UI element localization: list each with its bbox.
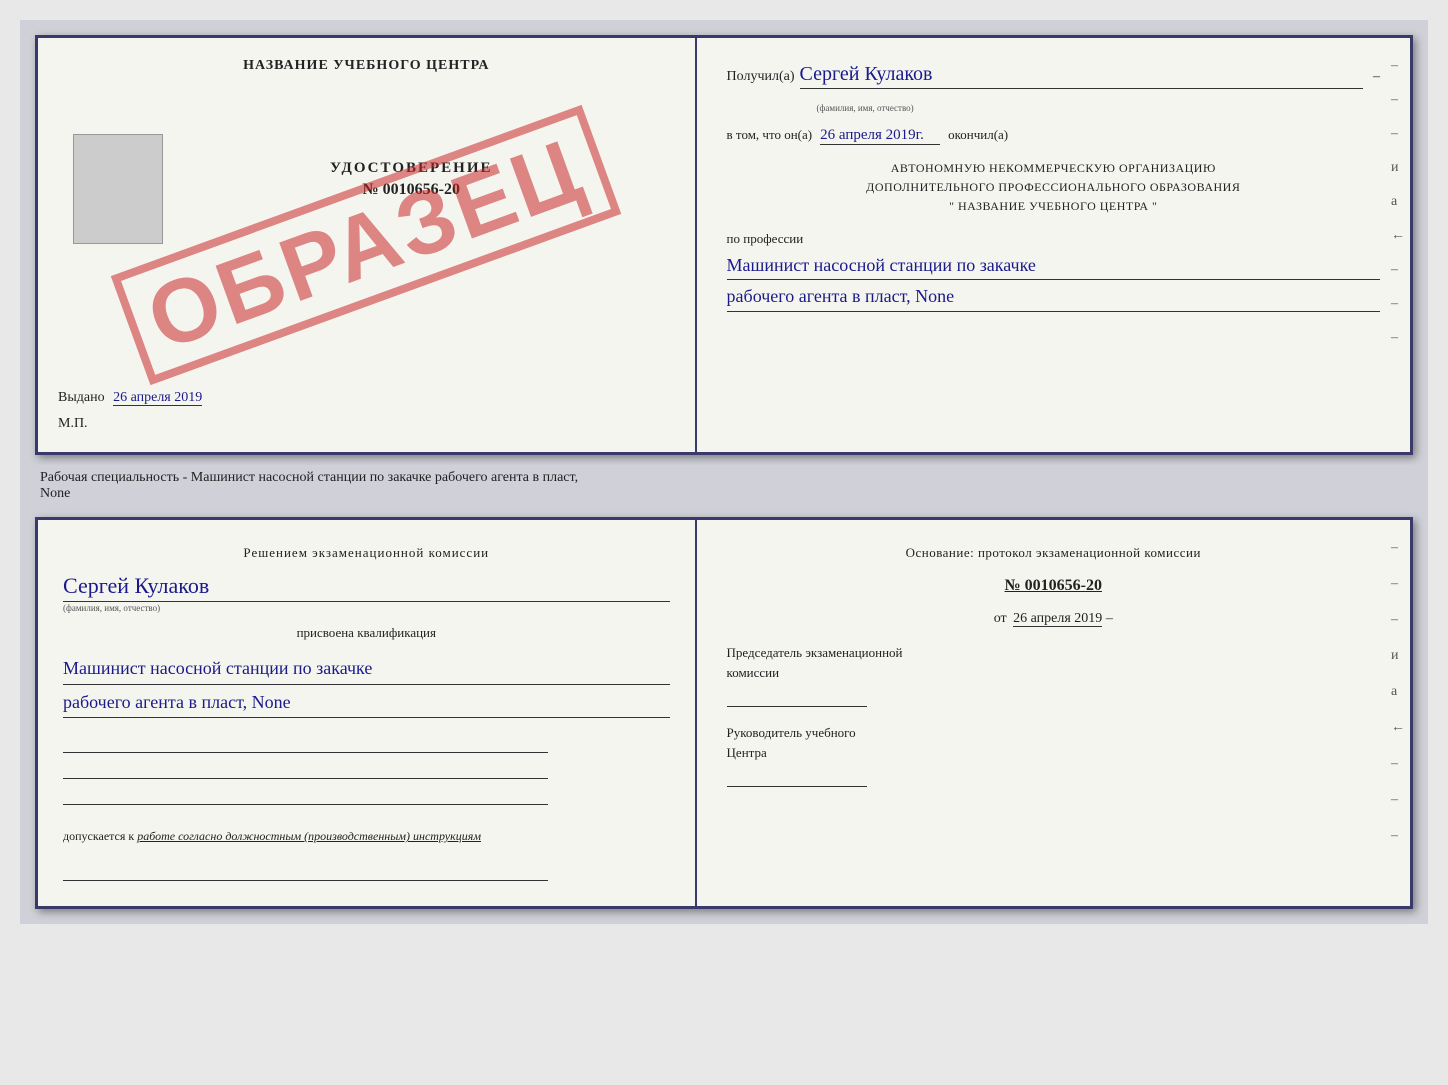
org-block: АВТОНОМНУЮ НЕКОММЕРЧЕСКУЮ ОРГАНИЗАЦИЮ ДО… xyxy=(727,159,1380,217)
dopuskaetsya-prefix: допускается к xyxy=(63,829,134,843)
mp-line: М.П. xyxy=(58,416,675,432)
predsedatel-line1: Председатель экзаменационной xyxy=(727,643,1380,663)
cert-bottom-right: Основание: протокол экзаменационной коми… xyxy=(697,520,1410,906)
photo-col xyxy=(58,84,148,244)
recipient-name: Сергей Кулаков xyxy=(800,63,1363,89)
rukovoditel-line2: Центра xyxy=(727,743,1380,763)
sig-line-3 xyxy=(63,787,548,805)
poluchil-label: Получил(а) xyxy=(727,69,795,85)
qualification-line2: рабочего агента в пласт, None xyxy=(727,282,1380,312)
fio-hint-bottom: (фамилия, имя, отчество) xyxy=(63,603,670,613)
kval-line1: Машинист насосной станции по закачке xyxy=(63,653,670,685)
description-text1: Рабочая специальность - Машинист насосно… xyxy=(40,470,1408,486)
certificate-bottom: Решением экзаменационной комиссии Сергей… xyxy=(35,517,1413,909)
predsedatel-sig xyxy=(727,687,867,707)
cert-title: НАЗВАНИЕ УЧЕБНОГО ЦЕНТРА xyxy=(243,58,489,74)
udostoverenie-number: № 0010656-20 xyxy=(363,181,460,199)
udostoverenie-label: УДОСТОВЕРЕНИЕ xyxy=(330,160,493,177)
vydano-line: Выдано 26 апреля 2019 xyxy=(58,360,675,406)
completed-date: 26 апреля 2019г. xyxy=(820,127,940,145)
poluchil-line: Получил(а) Сергей Кулаков – xyxy=(727,63,1380,89)
ot-prefix: от xyxy=(994,611,1007,626)
okochil-label: окончил(а) xyxy=(948,127,1008,143)
dopuskaetsya-italic: работе согласно должностным (производств… xyxy=(137,829,481,843)
ot-date-value: 26 апреля 2019 xyxy=(1013,611,1102,627)
name-block-bottom: Сергей Кулаков (фамилия, имя, отчество) xyxy=(63,573,670,613)
dopuskaetsya-block: допускается к работе согласно должностны… xyxy=(63,827,670,846)
sig-line-2 xyxy=(63,761,548,779)
cert-top-left: НАЗВАНИЕ УЧЕБНОГО ЦЕНТРА УДОСТОВЕРЕНИЕ №… xyxy=(38,38,697,452)
sig-line-4 xyxy=(63,863,548,881)
predsedatel-line2: комиссии xyxy=(727,663,1380,683)
osnovanie-block: Основание: протокол экзаменационной коми… xyxy=(727,545,1380,561)
sig-line-1 xyxy=(63,735,548,753)
predsedatel-block: Председатель экзаменационной комиссии xyxy=(727,643,1380,707)
rukovoditel-sig xyxy=(727,767,867,787)
ot-dash: – xyxy=(1106,611,1113,626)
vydano-prefix: Выдано xyxy=(58,390,105,405)
cert-top-right: Получил(а) Сергей Кулаков – (фамилия, им… xyxy=(697,38,1410,452)
udost-col: УДОСТОВЕРЕНИЕ № 0010656-20 xyxy=(148,84,675,244)
po-professii-label: по профессии xyxy=(727,231,1380,247)
description-text2: None xyxy=(40,486,1408,502)
qualification-line1: Машинист насосной станции по закачке xyxy=(727,251,1380,281)
protocol-number: № 0010656-20 xyxy=(727,577,1380,595)
prisvoena-text: присвоена квалификация xyxy=(63,625,670,641)
bottom-name: Сергей Кулаков xyxy=(63,573,670,602)
resheniem-text: Решением экзаменационной комиссии xyxy=(63,545,670,561)
po-professii: по профессии Машинист насосной станции п… xyxy=(727,231,1380,313)
cert-bottom-left: Решением экзаменационной комиссии Сергей… xyxy=(38,520,697,906)
vtom-line: в том, что он(а) 26 апреля 2019г. окончи… xyxy=(727,127,1380,145)
vydano-date: 26 апреля 2019 xyxy=(113,390,202,406)
ot-date: от 26 апреля 2019 – xyxy=(727,611,1380,627)
right-dashes: – – – и а ← – – – xyxy=(1391,58,1405,346)
bottom-lines-left2 xyxy=(63,863,670,881)
fio-hint-top: (фамилия, имя, отчество) xyxy=(817,103,1380,113)
kval-line2: рабочего агента в пласт, None xyxy=(63,687,670,719)
description-line: Рабочая специальность - Машинист насосно… xyxy=(35,465,1413,507)
org-line3: " НАЗВАНИЕ УЧЕБНОГО ЦЕНТРА " xyxy=(727,197,1380,216)
cert-left-row: УДОСТОВЕРЕНИЕ № 0010656-20 xyxy=(58,84,675,244)
org-line2: ДОПОЛНИТЕЛЬНОГО ПРОФЕССИОНАЛЬНОГО ОБРАЗО… xyxy=(727,178,1380,197)
dash1: – xyxy=(1373,69,1380,85)
vtom-prefix: в том, что он(а) xyxy=(727,127,813,143)
page-container: НАЗВАНИЕ УЧЕБНОГО ЦЕНТРА УДОСТОВЕРЕНИЕ №… xyxy=(20,20,1428,924)
right-dashes-bottom: – – – и а ← – – – xyxy=(1391,540,1405,844)
rukovoditel-block: Руководитель учебного Центра xyxy=(727,723,1380,787)
kvalifikaciya-block: Машинист насосной станции по закачке раб… xyxy=(63,653,670,718)
rukovoditel-line1: Руководитель учебного xyxy=(727,723,1380,743)
certificate-top: НАЗВАНИЕ УЧЕБНОГО ЦЕНТРА УДОСТОВЕРЕНИЕ №… xyxy=(35,35,1413,455)
bottom-lines-left xyxy=(63,735,670,805)
org-line1: АВТОНОМНУЮ НЕКОММЕРЧЕСКУЮ ОРГАНИЗАЦИЮ xyxy=(727,159,1380,178)
